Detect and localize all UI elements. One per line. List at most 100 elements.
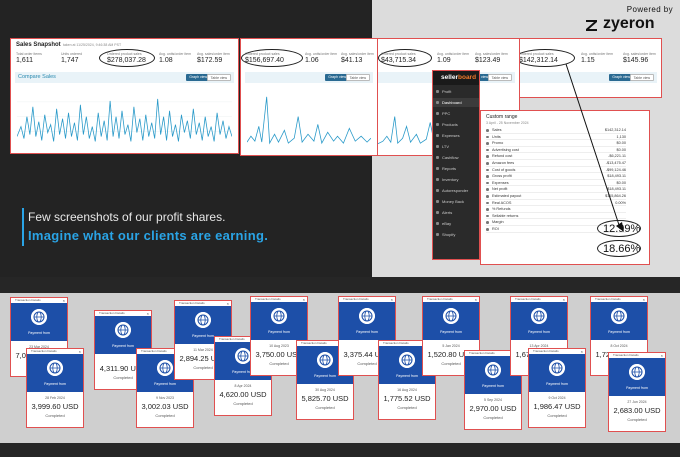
payment-status: Completed bbox=[155, 413, 175, 418]
sidebar-item-label: Shopify bbox=[442, 232, 456, 237]
sidebar-item-money-back[interactable]: Money Back bbox=[433, 197, 479, 206]
stat-units: Avg. units/order item 1.09 bbox=[437, 52, 470, 64]
globe-icon bbox=[157, 360, 173, 376]
sidebar-item-label: eBay bbox=[442, 221, 452, 226]
globe-icon bbox=[115, 322, 131, 338]
sidebar-item-reports[interactable]: Reports bbox=[433, 164, 479, 173]
globe-icon bbox=[31, 309, 47, 325]
sidebar-item-label: Reports bbox=[442, 166, 457, 171]
row-bullet-icon bbox=[486, 201, 489, 205]
sidebar-item-ppc[interactable]: PPC bbox=[433, 109, 479, 118]
payment-amount: 4,620.00 USD bbox=[219, 390, 267, 399]
sales-chart bbox=[17, 98, 232, 142]
sidebar-item-shopify[interactable]: Shopify bbox=[433, 230, 479, 239]
sidebar-item-products[interactable]: Products bbox=[433, 120, 479, 129]
payment-from-text: Payment from bbox=[356, 330, 378, 334]
globe-icon bbox=[531, 308, 547, 324]
transaction-card: Transaction Details × Payment from 27 Jun 2… bbox=[608, 352, 666, 432]
stat-units-ordered: Units ordered 1,747 bbox=[61, 52, 83, 64]
stat-units: Avg. units/order item 1.06 bbox=[305, 52, 338, 64]
payment-from-text: Payment from bbox=[440, 330, 462, 334]
tagline-line-1: Few screenshots of our profit shares. bbox=[28, 210, 226, 224]
payment-date: 8 Apr 2024 bbox=[234, 384, 252, 388]
card-banner: Payment from bbox=[27, 354, 83, 392]
payment-amount: 1,986.47 USD bbox=[533, 402, 581, 411]
stat-avg-sales: Avg. sales/order item $172.59 bbox=[197, 52, 230, 64]
payment-from-text: Payment from bbox=[268, 330, 290, 334]
sidebar-item-cashflow[interactable]: Cashflow bbox=[433, 153, 479, 162]
globe-icon bbox=[399, 352, 415, 368]
sidebar-item-alerts[interactable]: Alerts bbox=[433, 208, 479, 217]
globe-icon bbox=[549, 360, 565, 376]
stat-avg-sales: Avg. sales/order item $123.49 bbox=[475, 52, 508, 64]
row-label: Expenses bbox=[492, 180, 509, 185]
row-bullet-icon bbox=[486, 148, 489, 152]
row-label: Advertising cost bbox=[492, 147, 519, 152]
sellerboard-sidebar: sellerboard Profit Dashboard PPC Products Ex… bbox=[432, 70, 480, 260]
panel-title: Sales Snapshot bbox=[16, 42, 61, 48]
sidebar-item-icon bbox=[436, 233, 439, 236]
sidebar-item-inventory[interactable]: Inventory bbox=[433, 175, 479, 184]
payment-amount: 5,825.70 USD bbox=[301, 394, 349, 403]
globe-icon bbox=[235, 348, 251, 364]
payment-from-text: Payment from bbox=[154, 382, 176, 386]
row-bullet-icon bbox=[486, 228, 489, 231]
row-bullet-icon bbox=[486, 195, 489, 198]
sidebar-item-dashboard[interactable]: Dashboard bbox=[433, 98, 479, 107]
row-label: Estimated payout bbox=[492, 194, 522, 198]
brand-logo: Powered by zyeron bbox=[583, 5, 677, 35]
globe-icon bbox=[195, 312, 211, 328]
card-banner: Payment from bbox=[11, 303, 67, 341]
payment-from-text: Payment from bbox=[608, 330, 630, 334]
sidebar-item-expenses[interactable]: Expenses bbox=[433, 131, 479, 140]
row-bullet-icon bbox=[486, 129, 489, 132]
payment-date: 9 Oct 2024 bbox=[548, 396, 566, 400]
row-label: Real ACOS bbox=[492, 200, 512, 205]
sidebar-item-autoresponder[interactable]: Autoresponder bbox=[433, 186, 479, 195]
payment-amount: 2,683.00 USD bbox=[613, 406, 661, 415]
sidebar-item-icon bbox=[436, 167, 439, 170]
payment-status: Completed bbox=[315, 405, 335, 410]
brand-name: zyeron bbox=[603, 15, 655, 32]
compare-bar: Compare Sales Graph view Table view bbox=[15, 72, 234, 83]
table-view-button[interactable]: Table view bbox=[345, 74, 370, 81]
payment-status: Completed bbox=[483, 415, 503, 420]
payment-date: 8 Oct 2024 bbox=[610, 344, 628, 348]
card-banner: Payment from bbox=[251, 302, 307, 340]
stat-total-order-items: Total order items 1,611 bbox=[16, 52, 42, 64]
sidebar-item-icon bbox=[436, 211, 439, 214]
sidebar-item-profit[interactable]: Profit bbox=[433, 87, 479, 96]
table-view-button[interactable]: Table view bbox=[206, 74, 231, 81]
sidebar-item-label: Alerts bbox=[442, 210, 453, 215]
payment-date: 9 Nov 2023 bbox=[156, 396, 174, 400]
globe-icon bbox=[443, 308, 459, 324]
payment-status: Completed bbox=[627, 417, 647, 422]
highlight-oval bbox=[241, 49, 303, 67]
sidebar-item-label: Expenses bbox=[442, 133, 460, 138]
row-bullet-icon bbox=[486, 135, 489, 139]
sidebar-header: sellerboard bbox=[433, 71, 479, 85]
card-banner: Payment from bbox=[339, 302, 395, 340]
range-subtitle: 3 April - 25 November 2024 bbox=[486, 121, 529, 125]
table-view-button[interactable]: Table view bbox=[487, 74, 512, 81]
row-label: Amazon fees bbox=[492, 161, 515, 165]
sidebar-item-label: Money Back bbox=[442, 199, 465, 204]
row-label: Sellable returns bbox=[492, 213, 519, 218]
sidebar-item-ltv[interactable]: LTV bbox=[433, 142, 479, 151]
payment-amount: 1,775.52 USD bbox=[383, 394, 431, 403]
sidebar-item-ebay[interactable]: eBay bbox=[433, 219, 479, 228]
pointer-arrow bbox=[565, 63, 624, 232]
sidebar-item-icon bbox=[436, 112, 439, 115]
payment-date: 30 Aug 2024 bbox=[315, 388, 335, 392]
row-bullet-icon bbox=[486, 142, 489, 145]
tagline-accent-bar bbox=[22, 208, 24, 246]
powered-by-text: Powered by bbox=[626, 5, 673, 14]
sidebar-item-label: Inventory bbox=[442, 177, 459, 182]
globe-icon bbox=[271, 308, 287, 324]
sidebar-item-label: LTV bbox=[442, 144, 450, 149]
payment-date: 28 Feb 2024 bbox=[45, 396, 65, 400]
payment-from-text: Payment from bbox=[626, 386, 648, 390]
globe-icon bbox=[359, 308, 375, 324]
payment-status: Completed bbox=[45, 413, 65, 418]
sidebar-item-label: PPC bbox=[442, 111, 451, 116]
